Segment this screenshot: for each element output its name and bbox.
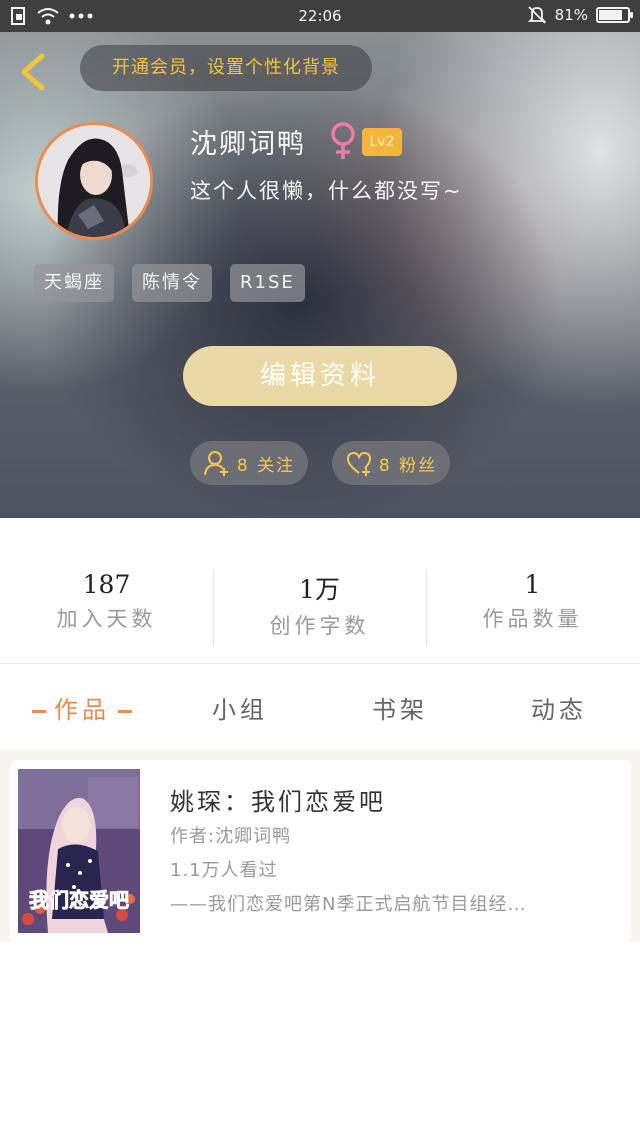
battery-fill — [599, 10, 622, 20]
user-tags: 天蝎座 陈情令 R1SE — [34, 264, 305, 302]
tab-groups[interactable]: 小组 — [212, 690, 268, 725]
tag-item[interactable]: 天蝎座 — [34, 264, 114, 302]
tab-bookshelf[interactable]: 书架 — [372, 690, 428, 725]
book-card[interactable]: 我们恋爱吧 姚琛：我们恋爱吧 作者:沈卿词鸭 1.1万人看过 ——我们恋爱吧第N… — [10, 760, 631, 942]
stat-label: 加入天数 — [56, 607, 157, 631]
stat-works-count: 1 作品数量 — [426, 570, 639, 633]
stat-value: 1 — [524, 570, 541, 599]
back-button[interactable] — [14, 50, 54, 94]
book-cover[interactable]: 我们恋爱吧 — [18, 769, 140, 933]
stat-join-days: 187 加入天数 — [0, 570, 213, 633]
tab-label: 动态 — [531, 696, 587, 724]
book-description: ——我们恋爱吧第N季正式启航节目组经… — [170, 894, 527, 915]
vip-background-banner[interactable]: 开通会员，设置个性化背景 — [80, 45, 372, 91]
female-gender-icon — [331, 122, 355, 159]
user-add-icon — [203, 451, 228, 476]
username: 沈卿词鸭 — [190, 129, 306, 160]
book-title[interactable]: 姚琛：我们恋爱吧 — [170, 782, 386, 817]
stat-label: 创作字数 — [269, 614, 370, 638]
tab-label: 书架 — [372, 696, 428, 724]
avatar[interactable] — [35, 122, 153, 240]
tab-activity[interactable]: 动态 — [531, 690, 587, 725]
user-bio: 这个人很懒，什么都没写~ — [190, 179, 463, 203]
tab-indicator — [32, 709, 46, 713]
avatar-image — [38, 125, 150, 237]
fans-label: 8 粉丝 — [378, 455, 438, 476]
battery-percent: 81% — [554, 6, 588, 24]
status-bar: 22:06 81% — [0, 0, 640, 32]
tab-works[interactable]: 作品 — [24, 690, 140, 725]
tab-label: 小组 — [212, 696, 268, 724]
following-label: 8 关注 — [236, 455, 296, 476]
battery-icon — [596, 7, 633, 23]
tab-indicator — [118, 709, 132, 713]
tag-item[interactable]: R1SE — [230, 264, 305, 302]
edit-profile-button[interactable]: 编辑资料 — [183, 346, 457, 406]
level-badge: Lv2 — [362, 128, 402, 156]
status-bar-right: 81% — [527, 5, 633, 25]
following-button[interactable]: 8 关注 — [190, 441, 308, 485]
chevron-left-icon — [21, 53, 45, 91]
heart-add-icon — [346, 451, 371, 476]
profile-header: 开通会员，设置个性化背景 沈卿词鸭 Lv2 这个人很懒，什么都没写~ 天蝎座 陈… — [0, 32, 640, 518]
book-views: 1.1万人看过 — [170, 860, 278, 881]
tab-label: 作品 — [54, 696, 110, 724]
fans-button[interactable]: 8 粉丝 — [332, 441, 450, 485]
stat-value: 1万 — [299, 575, 340, 604]
stat-value: 187 — [82, 570, 131, 599]
stat-word-count: 1万 创作字数 — [213, 570, 426, 640]
profile-stats: 187 加入天数 1万 创作字数 1 作品数量 — [0, 518, 640, 664]
mute-bell-icon — [527, 6, 546, 24]
profile-tabs: 作品 小组 书架 动态 — [0, 664, 640, 750]
book-author: 作者:沈卿词鸭 — [170, 826, 292, 847]
stat-label: 作品数量 — [482, 607, 583, 631]
tag-item[interactable]: 陈情令 — [132, 264, 212, 302]
book-cover-image: 我们恋爱吧 — [18, 769, 140, 933]
book-cover-title: 我们恋爱吧 — [29, 888, 129, 912]
